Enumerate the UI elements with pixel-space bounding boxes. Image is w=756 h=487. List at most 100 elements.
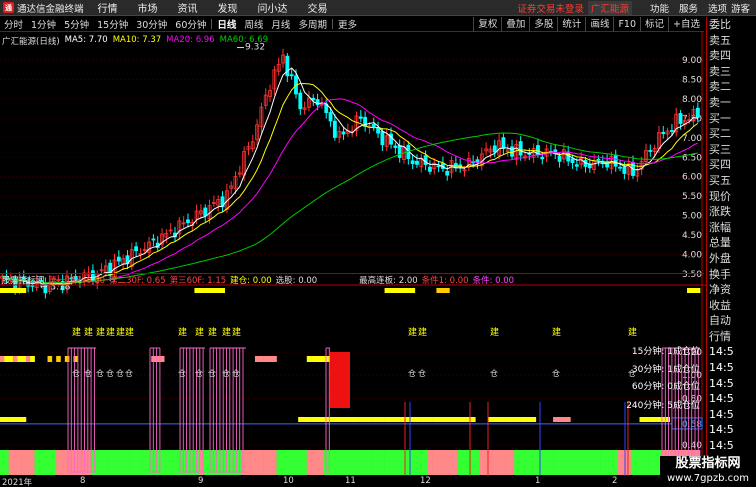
top-right-item[interactable]: 服务 [679,1,698,15]
candle-body [518,141,523,156]
side-panel-item[interactable]: 14:5 [707,407,756,423]
side-panel-item[interactable]: 现价 [707,189,756,205]
top-right-menu: 功能 服务 选项 [650,1,727,15]
signal-strip-cell [43,450,48,475]
signal-strip-cell [64,450,70,475]
signal-strip-cell [436,450,442,475]
signal-strip-cell [315,356,321,362]
position-signal-label: 仓 [116,368,124,378]
side-panel-item[interactable]: 14:5 [707,376,756,392]
side-panel-item[interactable]: 买五 [707,173,756,189]
signal-strip-cell [17,288,22,293]
toolbar-button[interactable]: 多股 [529,17,557,32]
top-right-item[interactable]: 功能 [650,1,669,15]
side-panel-item[interactable]: 14:5 [707,438,756,454]
menu-item[interactable]: 发现 [208,0,248,15]
period-tab[interactable]: 更多 [334,17,361,31]
toolbar-button[interactable]: 叠加 [501,17,529,32]
candle-body [622,166,627,174]
trade-login-warning[interactable]: 证券交易未登录 [517,1,584,15]
signal-strip-cell [613,450,619,475]
signal-strip-cell [181,450,187,475]
side-panel-item[interactable]: 委比 [707,17,756,33]
period-tab[interactable]: 5分钟 [60,17,93,31]
toolbar-button[interactable]: +自选 [668,17,704,32]
side-panel-item[interactable]: 卖五 [707,33,756,49]
signal-strip-cell [583,450,588,475]
side-panel-item[interactable]: 卖二 [707,79,756,95]
position-signal-label: 仓 [96,368,104,378]
side-panel-item[interactable]: 行情 [707,329,756,345]
side-panel-item[interactable]: 买一 [707,111,756,127]
side-panel-item[interactable]: 总量 [707,235,756,251]
period-tab[interactable]: 周线 [240,17,267,31]
side-panel-item[interactable]: 外盘 [707,251,756,267]
toolbar-button[interactable]: 复权 [473,17,501,32]
side-panel-item[interactable]: 14:5 [707,422,756,438]
signal-strip-cell [458,450,463,475]
signal-strip-cell [488,417,493,422]
top-right-item[interactable]: 选项 [708,1,727,15]
signal-strip-cell [687,288,692,293]
period-tab[interactable]: 分时 [0,17,27,31]
candle-body [116,256,121,262]
period-tab[interactable]: 60分钟 [171,17,210,31]
side-panel-item[interactable]: 买二 [707,126,756,142]
period-tab[interactable]: 30分钟 [132,17,171,31]
signal-strip-cell [172,450,178,475]
signal-strip-cell [345,450,351,475]
broker-name[interactable]: 广汇能源 [587,0,632,15]
kline-chart[interactable]: 9.008.508.007.507.006.506.005.505.004.50… [0,32,706,476]
signal-strip-cell [211,450,217,475]
stock-title: 广汇能源(日线) [2,37,60,47]
watermark-url: www.7gpzb.com [667,473,749,484]
side-panel-item[interactable]: 买四 [707,157,756,173]
signal-strip-cell [125,450,130,475]
side-panel-item[interactable]: 卖四 [707,48,756,64]
side-panel-item[interactable]: 14:5 [707,391,756,407]
toolbar-button[interactable]: 标记 [640,17,668,32]
signal-strip-cell [449,417,455,422]
signal-strip-cell [566,450,571,475]
toolbar-button[interactable]: 画线 [585,17,613,32]
side-panel-item[interactable]: 自动 [707,313,756,329]
period-tab[interactable]: 日线 [213,17,240,31]
menu-item[interactable]: 交易 [298,0,338,15]
signal-strip-cell [332,450,338,475]
position-signal-label: 仓 [552,368,560,378]
menu-item[interactable]: 资讯 [168,0,208,15]
signal-strip-cell [393,450,398,475]
toolbar-button[interactable]: 统计 [557,17,585,32]
signal-strip-cell [553,417,558,422]
signal-strip-cell [302,450,308,475]
signal-strip-cell [570,450,575,475]
menu-item[interactable]: 市场 [128,0,168,15]
menu-item[interactable]: 行情 [88,0,128,15]
period-tab[interactable]: 月线 [267,17,294,31]
period-separator [211,19,213,29]
side-panel-item[interactable]: 收益 [707,298,756,314]
side-panel-item[interactable]: 净资 [707,282,756,298]
side-panel-item[interactable]: 涨跌 [707,204,756,220]
side-panel-item[interactable]: 卖一 [707,95,756,111]
signal-strip-cell [436,288,442,293]
toolbar-button[interactable]: F10 [613,17,640,32]
side-panel-item[interactable]: 卖三 [707,64,756,80]
side-panel-item[interactable]: 14:5 [707,344,756,360]
side-panel-item[interactable]: 买三 [707,142,756,158]
indicator-name[interactable]: 股票指标网 [2,274,45,286]
candle-body [358,116,363,119]
period-tab[interactable]: 多周期 [294,17,331,31]
period-tab[interactable]: 15分钟 [93,17,132,31]
period-tab[interactable]: 1分钟 [27,17,60,31]
signal-strip-cell [440,450,446,475]
side-panel-item[interactable]: 换手 [707,267,756,283]
guest-label[interactable]: 游客 [731,1,750,15]
side-panel-item[interactable]: 涨幅 [707,220,756,236]
signal-strip-cell [358,417,364,422]
signal-strip-cell [8,417,14,422]
signal-strip-cell [414,450,420,475]
candle-body [445,170,450,176]
side-panel-item[interactable]: 14:5 [707,360,756,376]
menu-item[interactable]: 问小达 [248,0,298,15]
